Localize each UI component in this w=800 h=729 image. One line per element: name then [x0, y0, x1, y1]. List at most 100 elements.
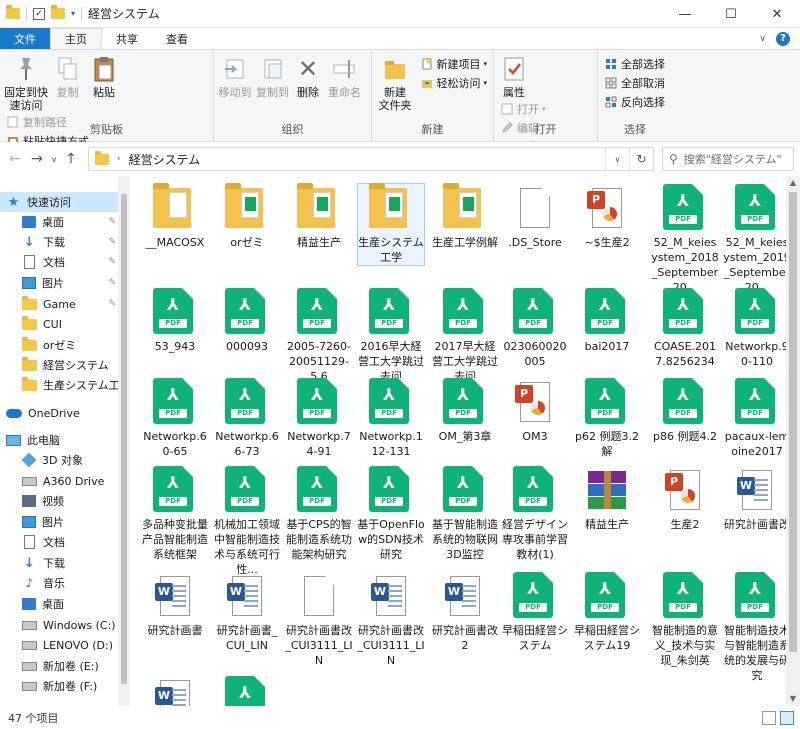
sidebar-item[interactable]: ↓ 下载 — [0, 553, 118, 573]
scroll-down-icon[interactable]: ▼ — [786, 692, 800, 706]
file-item[interactable]: ⅄ PDF p62 例题3.2 解 — [574, 378, 640, 459]
sidebar-item[interactable]: 文档 ✎ — [0, 252, 118, 272]
sidebar-item[interactable]: 图片 ✎ — [0, 273, 118, 293]
sidebar-item[interactable]: 文档 — [0, 532, 118, 552]
scroll-up-icon[interactable]: ▲ — [786, 176, 800, 190]
file-item[interactable]: ⅄ PDF 基于CPS的智能制造系统功能架构研究 — [286, 466, 352, 562]
file-item[interactable]: W 研究計画書 — [142, 572, 208, 638]
file-item[interactable]: 研究計画書改_CUI3111_LIN — [285, 572, 353, 668]
breadcrumb-current[interactable]: 経営システム — [129, 151, 201, 168]
sidebar-item[interactable]: 経営システム — [0, 355, 118, 375]
navigation-scrollbar[interactable] — [118, 176, 130, 706]
file-item[interactable]: ⅄ PDF Networkp.74-91 — [286, 378, 352, 459]
collapse-ribbon-icon[interactable]: ∨ — [759, 34, 766, 44]
tab-home[interactable]: 主页 — [50, 28, 102, 49]
sidebar-item[interactable]: 桌面 ✎ — [0, 212, 118, 232]
address-history-dropdown-icon[interactable]: ∨ — [605, 148, 629, 170]
file-item[interactable]: ⅄ PDF OM_第3章 — [432, 378, 498, 444]
file-item[interactable]: ⅄ PDF 早稲田経営システム19 — [574, 572, 640, 653]
file-item[interactable]: ⅄ PDF 多品种变批量产品智能制造系统框架 — [142, 466, 208, 562]
sidebar-item[interactable]: OneDrive — [0, 403, 118, 423]
file-item[interactable]: P OM3 — [502, 378, 568, 444]
easy-access-button[interactable]: 轻松访问 ▾ — [420, 73, 487, 92]
file-item[interactable]: ⅄ PDF 智能制造的意义_技术与实现_朱剑英 — [652, 572, 718, 668]
sidebar-item[interactable]: Game ✎ — [0, 294, 118, 314]
file-item[interactable]: ⅄ PDF 基于OpenFlow的SDN技术研究 — [357, 466, 425, 562]
sidebar-item[interactable]: A360 Drive — [0, 471, 118, 491]
back-arrow-icon[interactable]: ← — [4, 151, 26, 167]
file-item[interactable]: ⅄ PDF p86 例题4.2 — [652, 378, 718, 444]
tab-file[interactable]: 文件 — [0, 28, 50, 49]
file-item[interactable]: ⅄PDF 52_M_keiesystem_2018_September20... — [651, 184, 719, 295]
file-item[interactable]: P ~$生産2 — [574, 184, 640, 250]
file-item[interactable]: ⅄ PDF 経営デザイン専攻事前学習教材(1) — [502, 466, 568, 562]
select-all-button[interactable]: 全部选择 — [604, 54, 665, 73]
sidebar-item[interactable]: orゼミ — [0, 335, 118, 355]
file-item[interactable]: ⅄ PDF 023060020005 — [502, 288, 568, 369]
move-to-button[interactable]: 移动到 — [218, 54, 252, 99]
open-button[interactable]: 打开 ▾ — [500, 99, 561, 118]
sidebar-item[interactable]: ♪ 音乐 — [0, 573, 118, 593]
file-item[interactable]: orゼミ — [214, 183, 280, 250]
copy-button[interactable]: 复制 — [52, 54, 84, 99]
file-item[interactable]: ⅄ PDF 2017早大経营工大学跳过去问 — [432, 288, 498, 384]
file-item[interactable]: 精益生产 — [286, 183, 352, 250]
file-item[interactable]: ⅄ PDF 000093 — [214, 288, 280, 354]
properties-quick-icon[interactable]: ✓ — [33, 7, 45, 20]
file-item[interactable]: 生産工学例解 — [432, 183, 498, 250]
properties-button[interactable]: 属性 — [498, 54, 530, 99]
file-item[interactable]: ⅄ PDF COASE.2017.8256234 — [652, 288, 718, 369]
large-icons-view-icon[interactable] — [780, 710, 794, 725]
sidebar-item[interactable]: 视频 — [0, 491, 118, 511]
navigation-scrollbar-thumb[interactable] — [121, 194, 127, 684]
file-item[interactable]: ⅄ PDF 基于智能制造系统的物联网3D监控 — [432, 466, 498, 562]
invert-selection-button[interactable]: 反向选择 — [604, 92, 665, 111]
minimize-button[interactable]: — — [662, 0, 708, 28]
file-item[interactable]: P 生産2 — [652, 466, 718, 532]
file-item[interactable]: ⅄ PDF 早稲田経営システム — [502, 572, 568, 653]
file-item[interactable]: ⅄ PDF pacaux-lemoine2017 — [724, 378, 786, 459]
sidebar-item[interactable]: ★ 快速访问 — [0, 192, 118, 212]
paste-button[interactable]: 粘贴 — [87, 54, 121, 99]
file-item[interactable]: ⅄ PDF Networkp.60-65 — [142, 378, 208, 459]
tab-view[interactable]: 查看 — [152, 28, 202, 49]
new-item-button[interactable]: 新建项目 ▾ — [420, 54, 487, 73]
file-list-scrollbar-thumb[interactable] — [789, 192, 797, 652]
recent-dropdown-icon[interactable]: ∨ — [48, 155, 60, 164]
rename-button[interactable]: 重命名 — [327, 54, 363, 99]
new-folder-quick-icon[interactable] — [51, 5, 65, 19]
file-item[interactable]: ⅄ PDF Networkp.90-110 — [724, 288, 786, 369]
search-box[interactable]: ⚲ 搜索"経営システム" — [662, 147, 794, 171]
sidebar-item[interactable]: Windows (C:) — [0, 615, 118, 635]
sidebar-item[interactable]: 桌面 — [0, 594, 118, 614]
close-button[interactable]: ✕ — [754, 0, 800, 28]
sidebar-item[interactable]: CUI — [0, 314, 118, 334]
sidebar-item[interactable]: 3D 对象 — [0, 450, 118, 470]
file-item[interactable]: ⅄ PDF Networkp.66-73 — [214, 378, 280, 459]
file-item[interactable]: W 研究計画書_CUI_LIN — [214, 572, 280, 653]
file-list-scrollbar[interactable]: ▲ ▼ — [786, 176, 800, 706]
sidebar-item[interactable]: 新加卷 (E:) — [0, 656, 118, 676]
refresh-icon[interactable]: ↻ — [629, 148, 653, 170]
file-item[interactable]: W 研究計画書改2 — [432, 572, 498, 653]
file-item[interactable]: ⅄ PDF Networkp.112-131 — [358, 378, 424, 459]
sidebar-item[interactable]: ↓ 下载 ✎ — [0, 232, 118, 252]
help-icon[interactable]: ? — [776, 31, 790, 46]
file-item[interactable]: ⅄ PDF 2016早大経营工大学跳过去问 — [358, 288, 424, 384]
file-item[interactable]: ⅄ PDF 智能制造技术与智能制造系统的发展与研究 — [724, 572, 786, 683]
file-item[interactable]: W 研究計画書改 — [724, 466, 786, 532]
details-view-icon[interactable] — [762, 710, 776, 725]
sidebar-item[interactable]: 图片 — [0, 512, 118, 532]
sidebar-item[interactable]: 新加卷 (F:) — [0, 676, 118, 696]
file-item[interactable]: .DS_Store — [502, 184, 568, 250]
sidebar-item[interactable]: 此电脑 — [0, 430, 118, 450]
file-item[interactable]: ⅄ PDF bai2017 — [574, 288, 640, 354]
maximize-button[interactable]: ☐ — [708, 0, 754, 28]
tab-share[interactable]: 共享 — [102, 28, 152, 49]
file-item[interactable]: ⅄PDF — [214, 676, 280, 706]
file-item[interactable]: ⅄PDF 52_M_keiesystem_2019_September20... — [723, 184, 786, 295]
file-item[interactable]: W — [142, 676, 208, 706]
file-item[interactable]: ⅄ PDF 53_943 — [142, 288, 208, 354]
up-arrow-icon[interactable]: ↑ — [60, 151, 82, 167]
file-item[interactable]: 精益生产 — [574, 466, 640, 532]
